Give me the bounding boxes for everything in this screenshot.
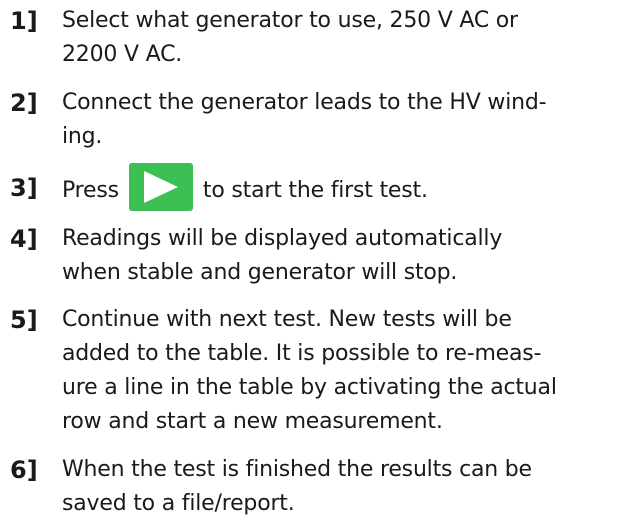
step-line: 2200 V AC. [62, 42, 183, 67]
step-line: added to the table. It is possible to re… [62, 341, 542, 366]
step-line: Select what generator to use, 250 V AC o… [62, 8, 518, 33]
play-icon [128, 163, 193, 211]
step-number: 4] [10, 225, 38, 253]
step-line: when stable and generator will stop. [62, 260, 458, 285]
step-text: Select what generator to use, 250 V AC o… [62, 4, 628, 72]
step-number: 2] [10, 89, 38, 117]
step-line: ure a line in the table by activating th… [62, 375, 557, 400]
step-text-before: Press [62, 178, 119, 203]
step-text: Continue with next test. New tests will … [62, 303, 628, 439]
step-text: When the test is finished the results ca… [62, 453, 628, 521]
step-line: saved to a file/report. [62, 491, 295, 516]
step-text-after: to start the first test. [202, 178, 428, 203]
step-number: 1] [10, 7, 38, 35]
step-line: Continue with next test. New tests will … [62, 307, 512, 332]
step-number: 6] [10, 456, 38, 484]
step-text: Press to start the first test. [62, 163, 628, 211]
step-line: row and start a new measurement. [62, 409, 443, 434]
step-number: 5] [10, 306, 38, 334]
step-text: Readings will be displayed automatically… [62, 222, 628, 290]
step-line: Connect the generator leads to the HV wi… [62, 90, 547, 115]
step-number: 3] [10, 174, 38, 202]
step-line: ing. [62, 124, 103, 149]
step-line: When the test is finished the results ca… [62, 457, 532, 482]
step-text: Connect the generator leads to the HV wi… [62, 86, 628, 154]
step-line: Readings will be displayed automatically [62, 226, 503, 251]
